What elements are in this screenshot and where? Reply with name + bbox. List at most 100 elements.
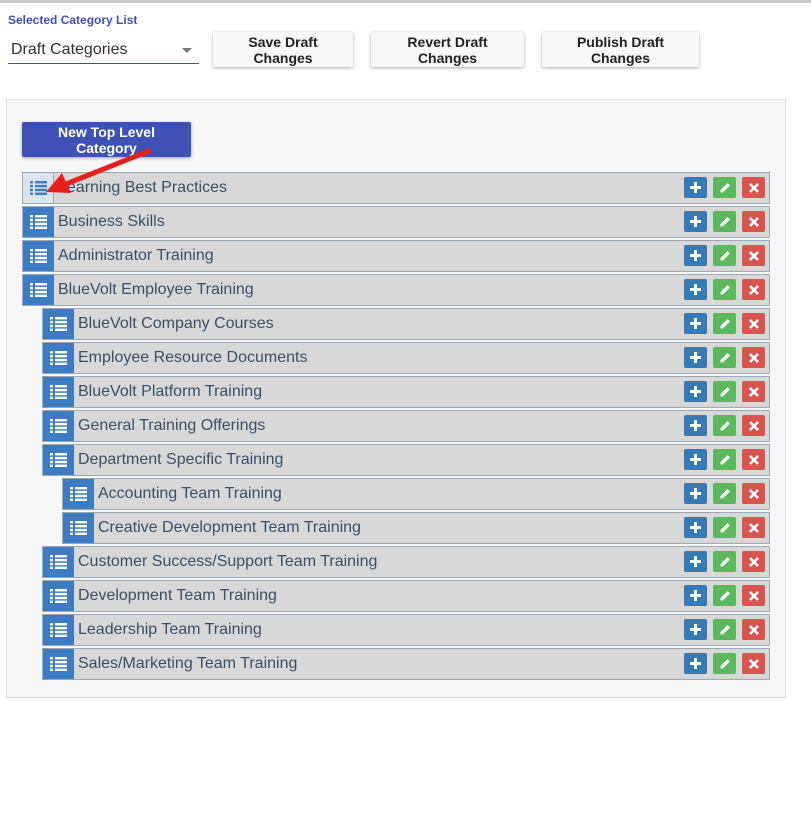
plus-icon bbox=[690, 250, 701, 261]
add-subcategory-button[interactable] bbox=[684, 551, 707, 572]
edit-category-button[interactable] bbox=[713, 177, 736, 198]
category-row[interactable]: Business Skills bbox=[22, 206, 770, 238]
delete-category-button[interactable] bbox=[742, 551, 765, 572]
delete-category-button[interactable] bbox=[742, 619, 765, 640]
list-icon[interactable] bbox=[43, 649, 74, 679]
add-subcategory-button[interactable] bbox=[684, 347, 707, 368]
category-actions bbox=[684, 653, 765, 674]
list-icon[interactable] bbox=[43, 411, 74, 441]
delete-category-button[interactable] bbox=[742, 245, 765, 266]
category-row[interactable]: Customer Success/Support Team Training bbox=[42, 546, 770, 578]
add-subcategory-button[interactable] bbox=[684, 211, 707, 232]
delete-category-button[interactable] bbox=[742, 517, 765, 538]
edit-category-button[interactable] bbox=[713, 245, 736, 266]
list-icon[interactable] bbox=[63, 513, 94, 543]
pencil-icon bbox=[719, 556, 731, 568]
add-subcategory-button[interactable] bbox=[684, 245, 707, 266]
list-icon[interactable] bbox=[23, 207, 54, 237]
category-label: BlueVolt Platform Training bbox=[78, 383, 263, 400]
category-row[interactable]: Development Team Training bbox=[42, 580, 770, 612]
edit-category-button[interactable] bbox=[713, 517, 736, 538]
edit-category-button[interactable] bbox=[713, 551, 736, 572]
delete-category-button[interactable] bbox=[742, 585, 765, 606]
category-actions bbox=[684, 381, 765, 402]
pencil-icon bbox=[719, 658, 731, 670]
delete-category-button[interactable] bbox=[742, 483, 765, 504]
list-icon[interactable] bbox=[23, 173, 54, 203]
category-row[interactable]: Learning Best Practices bbox=[22, 172, 770, 204]
times-icon bbox=[748, 556, 759, 567]
category-row[interactable]: Administrator Training bbox=[22, 240, 770, 272]
plus-icon bbox=[690, 182, 701, 193]
category-label: BlueVolt Employee Training bbox=[58, 281, 254, 298]
delete-category-button[interactable] bbox=[742, 211, 765, 232]
category-label: Business Skills bbox=[58, 213, 165, 230]
list-icon[interactable] bbox=[43, 581, 74, 611]
times-icon bbox=[748, 182, 759, 193]
add-subcategory-button[interactable] bbox=[684, 381, 707, 402]
plus-icon bbox=[690, 420, 701, 431]
add-subcategory-button[interactable] bbox=[684, 483, 707, 504]
category-label: General Training Offerings bbox=[78, 417, 266, 434]
delete-category-button[interactable] bbox=[742, 313, 765, 334]
category-row[interactable]: Creative Development Team Training bbox=[62, 512, 770, 544]
pencil-icon bbox=[719, 386, 731, 398]
category-list-select[interactable]: Draft Categories bbox=[8, 38, 199, 64]
delete-category-button[interactable] bbox=[742, 347, 765, 368]
plus-icon bbox=[690, 556, 701, 567]
pencil-icon bbox=[719, 250, 731, 262]
revert-draft-button[interactable]: Revert Draft Changes bbox=[371, 32, 524, 67]
edit-category-button[interactable] bbox=[713, 279, 736, 300]
times-icon bbox=[748, 420, 759, 431]
times-icon bbox=[748, 250, 759, 261]
list-icon[interactable] bbox=[23, 275, 54, 305]
list-icon[interactable] bbox=[43, 547, 74, 577]
delete-category-button[interactable] bbox=[742, 415, 765, 436]
edit-category-button[interactable] bbox=[713, 347, 736, 368]
list-icon[interactable] bbox=[43, 615, 74, 645]
delete-category-button[interactable] bbox=[742, 177, 765, 198]
delete-category-button[interactable] bbox=[742, 449, 765, 470]
add-subcategory-button[interactable] bbox=[684, 449, 707, 470]
add-subcategory-button[interactable] bbox=[684, 653, 707, 674]
category-row[interactable]: BlueVolt Company Courses bbox=[42, 308, 770, 340]
edit-category-button[interactable] bbox=[713, 653, 736, 674]
category-row[interactable]: Department Specific Training bbox=[42, 444, 770, 476]
new-top-level-category-button[interactable]: New Top Level Category bbox=[22, 122, 191, 157]
save-draft-button[interactable]: Save Draft Changes bbox=[213, 32, 353, 67]
list-icon[interactable] bbox=[43, 343, 74, 373]
add-subcategory-button[interactable] bbox=[684, 517, 707, 538]
add-subcategory-button[interactable] bbox=[684, 279, 707, 300]
edit-category-button[interactable] bbox=[713, 483, 736, 504]
list-icon[interactable] bbox=[43, 445, 74, 475]
pencil-icon bbox=[719, 216, 731, 228]
edit-category-button[interactable] bbox=[713, 449, 736, 470]
category-row[interactable]: Sales/Marketing Team Training bbox=[42, 648, 770, 680]
category-row[interactable]: Leadership Team Training bbox=[42, 614, 770, 646]
category-row[interactable]: Employee Resource Documents bbox=[42, 342, 770, 374]
category-row[interactable]: BlueVolt Employee Training bbox=[22, 274, 770, 306]
edit-category-button[interactable] bbox=[713, 381, 736, 402]
list-icon[interactable] bbox=[43, 309, 74, 339]
pencil-icon bbox=[719, 318, 731, 330]
list-icon[interactable] bbox=[23, 241, 54, 271]
edit-category-button[interactable] bbox=[713, 415, 736, 436]
delete-category-button[interactable] bbox=[742, 279, 765, 300]
edit-category-button[interactable] bbox=[713, 585, 736, 606]
publish-draft-button[interactable]: Publish Draft Changes bbox=[542, 32, 699, 67]
edit-category-button[interactable] bbox=[713, 211, 736, 232]
list-icon[interactable] bbox=[63, 479, 94, 509]
add-subcategory-button[interactable] bbox=[684, 585, 707, 606]
category-row[interactable]: BlueVolt Platform Training bbox=[42, 376, 770, 408]
delete-category-button[interactable] bbox=[742, 381, 765, 402]
delete-category-button[interactable] bbox=[742, 653, 765, 674]
add-subcategory-button[interactable] bbox=[684, 619, 707, 640]
category-row[interactable]: Accounting Team Training bbox=[62, 478, 770, 510]
category-row[interactable]: General Training Offerings bbox=[42, 410, 770, 442]
edit-category-button[interactable] bbox=[713, 619, 736, 640]
add-subcategory-button[interactable] bbox=[684, 177, 707, 198]
add-subcategory-button[interactable] bbox=[684, 313, 707, 334]
edit-category-button[interactable] bbox=[713, 313, 736, 334]
add-subcategory-button[interactable] bbox=[684, 415, 707, 436]
list-icon[interactable] bbox=[43, 377, 74, 407]
